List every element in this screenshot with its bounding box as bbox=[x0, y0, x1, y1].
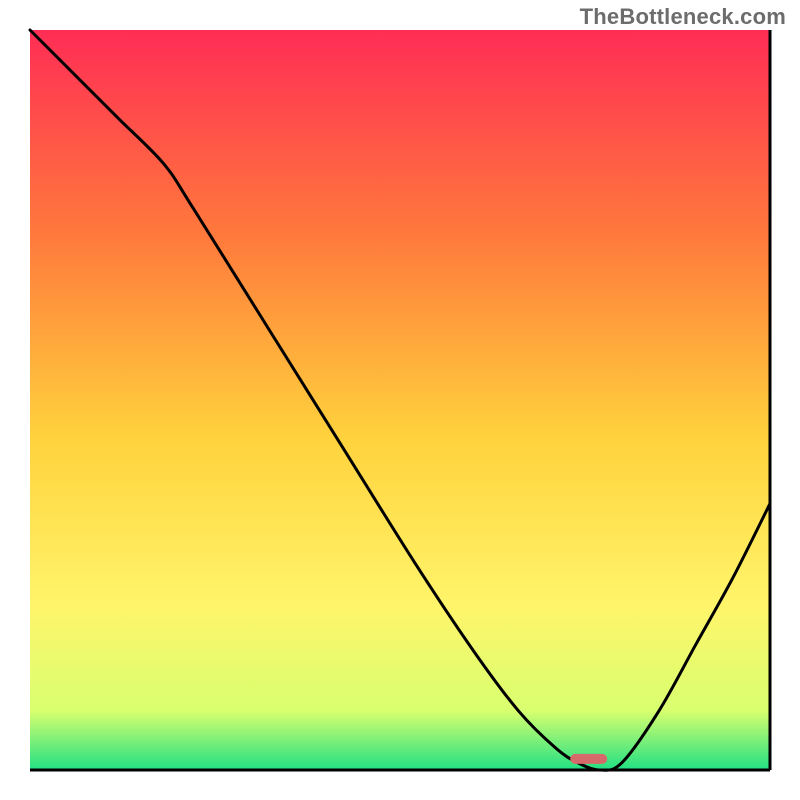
chart-stage: TheBottleneck.com bbox=[0, 0, 800, 800]
minimum-marker bbox=[570, 754, 607, 764]
bottleneck-chart bbox=[0, 0, 800, 800]
